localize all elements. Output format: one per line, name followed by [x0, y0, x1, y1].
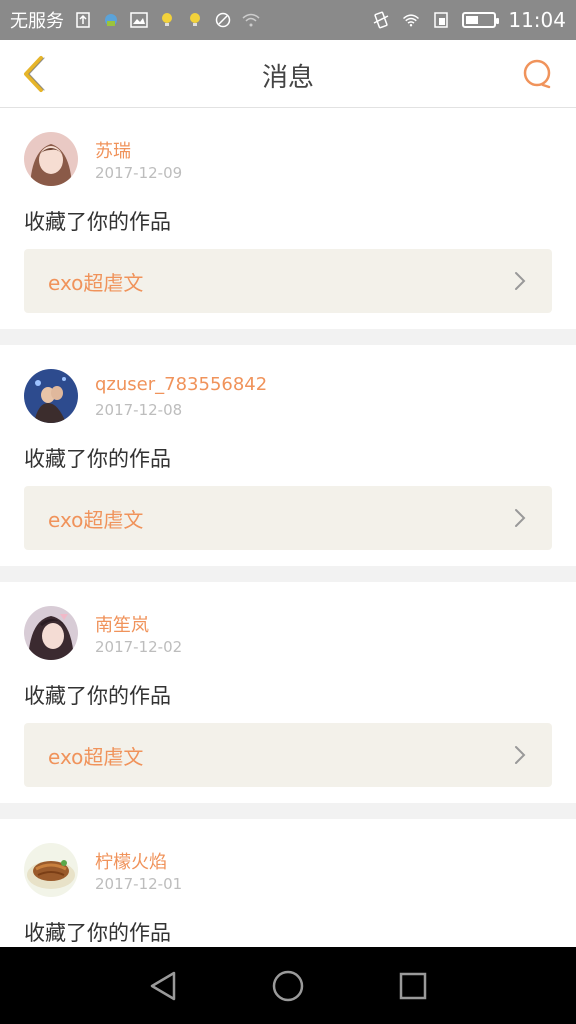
username[interactable]: 南笙岚: [95, 611, 149, 637]
message-date: 2017-12-09: [95, 164, 183, 182]
battery-icon: [462, 12, 500, 28]
bulb-icon-2: [186, 11, 204, 29]
carrier-label: 无服务: [10, 11, 64, 32]
username[interactable]: 苏瑞: [95, 137, 131, 163]
image-icon: [130, 11, 148, 29]
chevron-right-icon: [512, 745, 528, 765]
message-date: 2017-12-01: [95, 875, 183, 893]
clock: 11:04: [508, 8, 566, 32]
work-link[interactable]: exo超虐文: [24, 486, 552, 550]
bulb-icon: [158, 11, 176, 29]
message-card: 柠檬火焰 2017-12-01 收藏了你的作品: [0, 819, 576, 947]
vibrate-icon: [372, 11, 390, 29]
message-text: 收藏了你的作品: [24, 447, 171, 471]
avatar[interactable]: [24, 369, 78, 423]
avatar[interactable]: [24, 132, 78, 186]
work-title: exo超虐文: [48, 744, 144, 769]
avatar[interactable]: [24, 843, 78, 897]
message-list[interactable]: 苏瑞 2017-12-09 收藏了你的作品 exo超虐文 qzuser_7835…: [0, 108, 576, 947]
message-date: 2017-12-08: [95, 401, 183, 419]
status-left: 无服务: [10, 7, 260, 33]
wifi-question-icon: [242, 11, 260, 29]
username[interactable]: 柠檬火焰: [95, 848, 167, 874]
message-text: 收藏了你的作品: [24, 210, 171, 234]
work-title: exo超虐文: [48, 270, 144, 295]
status-bar: 无服务 11:04: [0, 0, 576, 40]
sim-icon: [432, 11, 450, 29]
work-link[interactable]: exo超虐文: [24, 249, 552, 313]
blocked-icon: [214, 11, 232, 29]
search-icon: [523, 59, 551, 89]
status-right: 11:04: [372, 8, 566, 32]
page-title: 消息: [261, 63, 314, 93]
wifi-icon: [402, 11, 420, 29]
work-link[interactable]: exo超虐文: [24, 723, 552, 787]
message-card: 南笙岚 2017-12-02 收藏了你的作品 exo超虐文: [0, 582, 576, 803]
navigation-bar: [0, 947, 576, 1024]
work-title: exo超虐文: [48, 507, 144, 532]
nav-back-button[interactable]: [141, 964, 185, 1008]
app-icon: [102, 11, 120, 29]
square-recents-icon: [400, 972, 427, 999]
header: 消息: [0, 40, 576, 108]
message-text: 收藏了你的作品: [24, 921, 171, 945]
search-button[interactable]: [518, 54, 558, 94]
chevron-right-icon: [512, 271, 528, 291]
chevron-right-icon: [512, 508, 528, 528]
circle-home-icon: [272, 970, 304, 1001]
message-card: qzuser_783556842 2017-12-08 收藏了你的作品 exo超…: [0, 345, 576, 566]
nav-home-button[interactable]: [266, 964, 310, 1008]
upload-icon: [74, 11, 92, 29]
nav-recents-button[interactable]: [391, 964, 435, 1008]
message-text: 收藏了你的作品: [24, 684, 171, 708]
username[interactable]: qzuser_783556842: [95, 374, 267, 395]
message-date: 2017-12-02: [95, 638, 183, 656]
avatar[interactable]: [24, 606, 78, 660]
message-card: 苏瑞 2017-12-09 收藏了你的作品 exo超虐文: [0, 108, 576, 329]
triangle-back-icon: [150, 971, 175, 1000]
battery-fill: [466, 16, 479, 24]
